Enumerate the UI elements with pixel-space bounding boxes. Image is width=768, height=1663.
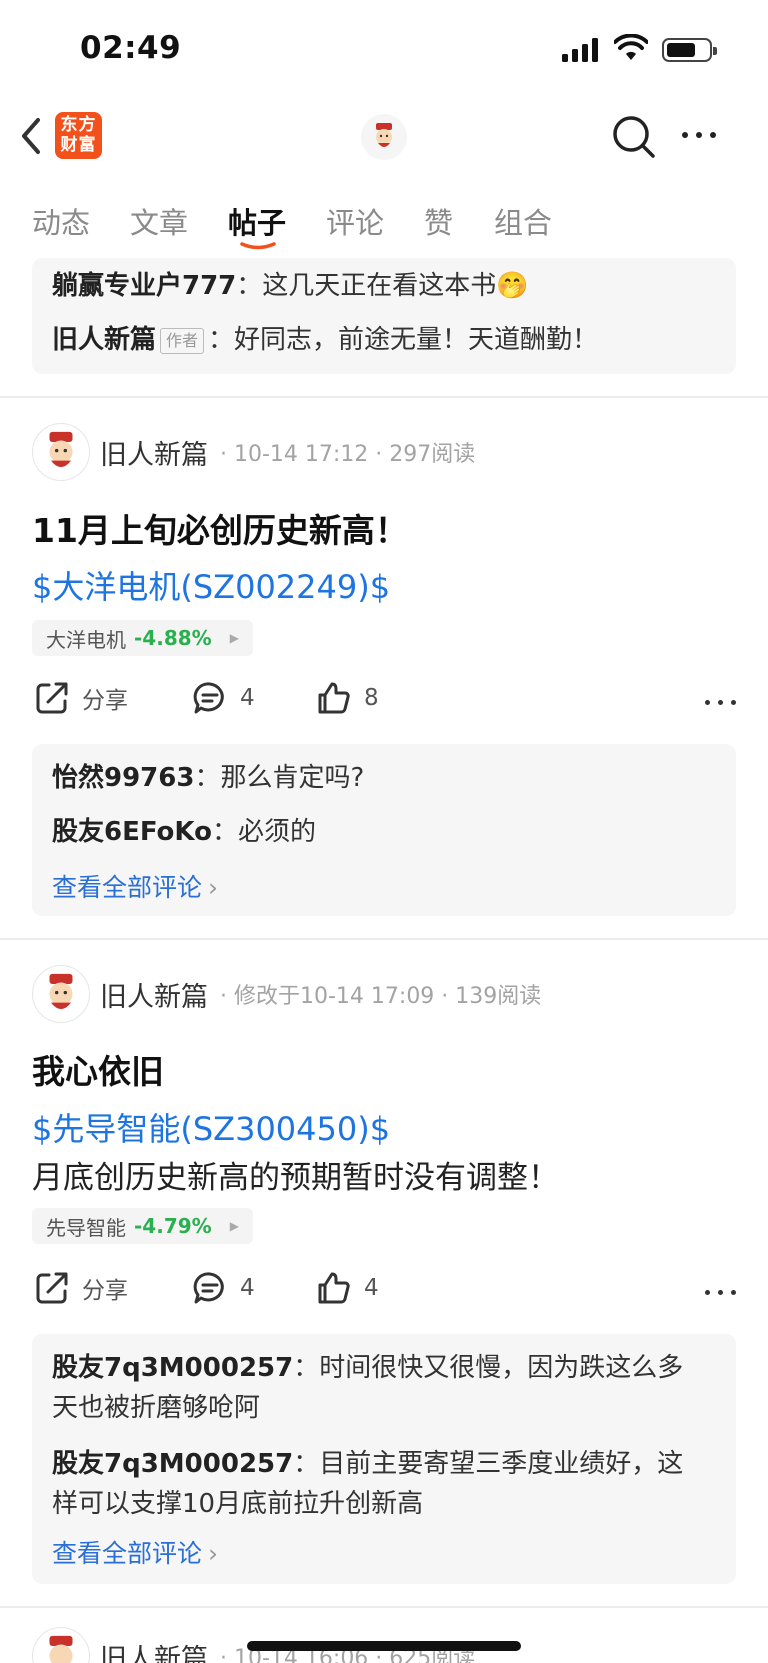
stock-chip-change: -4.79%: [134, 1214, 212, 1238]
post-title[interactable]: 我心依旧: [32, 1045, 164, 1093]
author-name[interactable]: 旧人新篇: [100, 975, 208, 1014]
back-arrow-icon[interactable]: [18, 116, 44, 156]
comment-button[interactable]: 4: [192, 680, 255, 716]
status-bar: 02:49: [0, 0, 768, 96]
user-avatar[interactable]: [361, 114, 407, 160]
stock-chip-name: 大洋电机: [46, 627, 126, 652]
chevron-right-icon: ›: [208, 873, 219, 902]
comment-item[interactable]: 股友7q3M000257：时间很快又很慢，因为跌这么多 天也被折磨够呛阿: [52, 1348, 708, 1428]
view-all-comments-link[interactable]: 查看全部评论 ›: [52, 1534, 218, 1570]
stock-link[interactable]: $先导智能(SZ300450)$: [32, 1104, 390, 1150]
caishen-avatar-icon: [49, 1635, 73, 1663]
post-header: 旧人新篇 · 修改于10-14 17:09 · 139阅读: [32, 964, 541, 1024]
comment-icon: [193, 1272, 224, 1304]
comment-item[interactable]: 旧人新篇 作者 ：好同志，前途无量！天道酬勤！: [52, 320, 708, 360]
status-time: 02:49: [80, 30, 182, 66]
profile-tabs: 动态 文章 帖子 评论 赞 组合: [0, 192, 768, 252]
post-meta: · 修改于10-14 17:09 · 139阅读: [220, 984, 542, 1009]
post-body[interactable]: 月底创历史新高的预期暂时没有调整！: [32, 1152, 559, 1197]
share-icon: [36, 682, 68, 714]
author-avatar[interactable]: [32, 1627, 90, 1663]
like-button[interactable]: 8: [316, 680, 379, 716]
share-button[interactable]: 分享: [34, 1270, 128, 1306]
tab-posts[interactable]: 帖子: [228, 200, 286, 242]
thumbs-up-icon: [318, 1272, 350, 1304]
comment-item[interactable]: 躺赢专业户777：这几天正在看这本书🤭: [52, 266, 708, 306]
divider: [0, 396, 768, 398]
battery-icon: [662, 38, 717, 62]
play-triangle-icon: ▶: [229, 1219, 239, 1233]
tab-articles[interactable]: 文章: [130, 200, 188, 242]
stock-chip[interactable]: 大洋电机 -4.88% ▶: [32, 620, 253, 656]
post-title[interactable]: 11月上旬必创历史新高！: [32, 504, 408, 552]
play-triangle-icon: ▶: [229, 631, 239, 645]
tab-comments[interactable]: 评论: [326, 200, 384, 242]
comment-preview-box: 股友7q3M000257：时间很快又很慢，因为跌这么多 天也被折磨够呛阿 股友7…: [32, 1334, 736, 1584]
post-more-icon[interactable]: [705, 700, 736, 705]
comment-button[interactable]: 4: [192, 1270, 255, 1306]
search-icon[interactable]: [611, 114, 657, 160]
caishen-avatar-icon: [376, 123, 392, 147]
tab-portfolio[interactable]: 组合: [494, 200, 552, 242]
author-avatar[interactable]: [32, 423, 90, 481]
share-icon: [36, 1272, 68, 1304]
more-options-icon[interactable]: [682, 132, 716, 138]
comment-preview-box: 怡然99763：那么肯定吗? 股友6EFoKo：必须的 查看全部评论 ›: [32, 744, 736, 916]
tab-dynamic[interactable]: 动态: [32, 200, 90, 242]
comment-item[interactable]: 股友6EFoKo：必须的: [52, 812, 708, 852]
active-tab-indicator: [240, 242, 276, 250]
stock-link[interactable]: $大洋电机(SZ002249)$: [32, 562, 390, 608]
author-avatar[interactable]: [32, 965, 90, 1023]
stock-chip-change: -4.88%: [134, 626, 212, 650]
divider: [0, 938, 768, 940]
thumbs-up-icon: [318, 682, 350, 714]
post-header: 旧人新篇 · 10-14 17:12 · 297阅读: [32, 422, 475, 482]
cellular-signal-icon: [562, 38, 598, 62]
wifi-icon: [614, 34, 648, 60]
chevron-right-icon: ›: [208, 1539, 219, 1568]
comment-preview-box: 躺赢专业户777：这几天正在看这本书🤭 旧人新篇 作者 ：好同志，前途无量！天道酬勤…: [32, 258, 736, 374]
caishen-avatar-icon: [49, 431, 73, 468]
like-button[interactable]: 4: [316, 1270, 379, 1306]
post-actions: 分享 4 8: [32, 680, 736, 726]
comment-item[interactable]: 怡然99763：那么肯定吗?: [52, 758, 708, 798]
post-more-icon[interactable]: [705, 1290, 736, 1295]
tab-likes[interactable]: 赞: [424, 200, 453, 242]
home-indicator[interactable]: [247, 1641, 521, 1651]
post-meta: · 10-14 17:12 · 297阅读: [220, 442, 476, 467]
author-name[interactable]: 旧人新篇: [100, 433, 208, 472]
author-badge: 作者: [160, 327, 205, 354]
eastmoney-logo[interactable]: 东方 财富: [55, 112, 102, 159]
stock-chip-name: 先导智能: [46, 1215, 126, 1240]
caishen-avatar-icon: [49, 973, 73, 1010]
view-all-comments-link[interactable]: 查看全部评论 ›: [52, 868, 218, 904]
comment-item[interactable]: 股友7q3M000257：目前主要寄望三季度业绩好，这 样可以支撑10月底前拉升…: [52, 1444, 708, 1524]
stock-chip[interactable]: 先导智能 -4.79% ▶: [32, 1208, 253, 1244]
share-button[interactable]: 分享: [34, 680, 128, 716]
author-name[interactable]: 旧人新篇: [100, 1637, 208, 1663]
comment-icon: [193, 682, 224, 714]
divider: [0, 1606, 768, 1608]
post-actions: 分享 4 4: [32, 1270, 736, 1316]
